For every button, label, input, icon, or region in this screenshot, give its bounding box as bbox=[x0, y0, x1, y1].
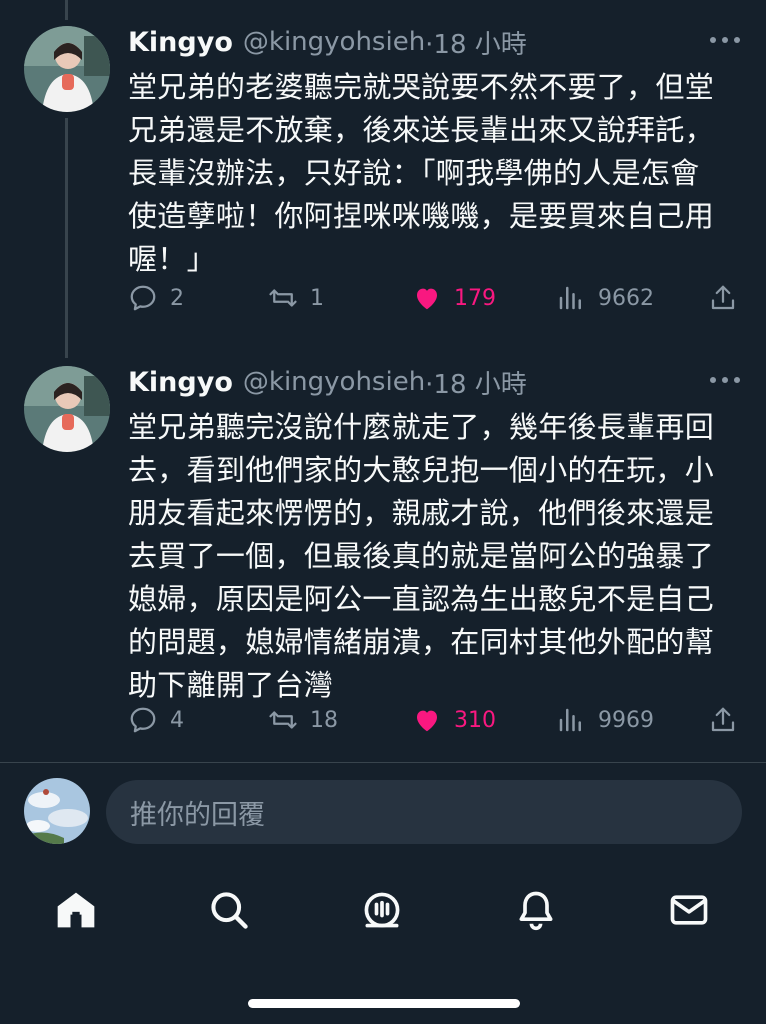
tweet-header: Kingyo @kingyohsieh ·18 小時 bbox=[128, 22, 527, 62]
like-count: 179 bbox=[454, 285, 496, 311]
views-button[interactable]: 9969 bbox=[556, 700, 654, 740]
tweet-text-line: 喔！」 bbox=[128, 242, 216, 276]
home-icon[interactable] bbox=[52, 886, 100, 934]
view-count: 9662 bbox=[598, 285, 654, 311]
tweet-text-line: 去買了一個，但最後真的就是當阿公的強暴了 bbox=[128, 539, 715, 573]
reply-input[interactable]: 推你的回覆 bbox=[106, 780, 742, 844]
views-icon bbox=[559, 708, 581, 732]
views-button[interactable]: 9662 bbox=[556, 278, 654, 318]
retweet-icon bbox=[269, 711, 297, 729]
avatar[interactable] bbox=[24, 26, 110, 112]
reply-button[interactable]: 2 bbox=[128, 278, 184, 318]
views-icon bbox=[559, 286, 581, 310]
handle[interactable]: @kingyohsieh bbox=[243, 27, 425, 57]
heart-icon bbox=[417, 710, 437, 732]
heart-icon bbox=[417, 288, 437, 310]
tweet-actions: 2 1 179 9662 bbox=[128, 278, 738, 318]
tweet-text: 堂兄弟的老婆聽完就哭說要不然不要了，但堂 兄弟還是不放棄，後來送長輩出來又說拜託… bbox=[128, 66, 728, 281]
reply-placeholder: 推你的回覆 bbox=[130, 799, 265, 831]
avatar[interactable] bbox=[24, 366, 110, 452]
reply-count: 4 bbox=[170, 707, 184, 733]
view-count: 9969 bbox=[598, 707, 654, 733]
reply-button[interactable]: 4 bbox=[128, 700, 184, 740]
handle[interactable]: @kingyohsieh bbox=[243, 367, 425, 397]
tweet-text: 堂兄弟聽完沒說什麼就走了，幾年後長輩再回 去，看到他們家的大憨兒抱一個小的在玩，… bbox=[128, 406, 728, 707]
tweet[interactable]: Kingyo @kingyohsieh ·18 小時 堂兄弟聽完沒說什麼就走了，… bbox=[0, 362, 766, 752]
tweet-text-line: 朋友看起來愣愣的，親戚才說，他們後來還是 bbox=[128, 496, 715, 530]
messages-icon[interactable] bbox=[665, 886, 713, 934]
reply-count: 2 bbox=[170, 285, 184, 311]
like-count: 310 bbox=[454, 707, 496, 733]
tweet-text-line: 長輩沒辦法，只好說：「啊我學佛的人是怎會 bbox=[128, 156, 700, 190]
reply-icon bbox=[130, 285, 156, 311]
share-button[interactable] bbox=[708, 278, 738, 318]
tweet-text-line: 兄弟還是不放棄，後來送長輩出來又說拜託， bbox=[128, 113, 715, 147]
tweet-text-line: 去，看到他們家的大憨兒抱一個小的在玩，小 bbox=[128, 453, 715, 487]
home-indicator[interactable] bbox=[248, 999, 520, 1008]
retweet-button[interactable]: 1 bbox=[268, 278, 324, 318]
retweet-count: 18 bbox=[310, 707, 338, 733]
bottom-nav bbox=[0, 878, 766, 942]
more-options-icon[interactable] bbox=[710, 374, 740, 386]
spaces-icon[interactable] bbox=[358, 886, 406, 934]
retweet-icon bbox=[269, 289, 297, 307]
share-icon bbox=[711, 285, 735, 310]
tweet-text-line: 使造孽啦！你阿捏咪咪嘰嘰，是要買來自己用 bbox=[128, 199, 715, 233]
like-button[interactable]: 310 bbox=[412, 700, 496, 740]
share-icon bbox=[711, 707, 735, 732]
timestamp[interactable]: ·18 小時 bbox=[425, 364, 527, 401]
search-icon[interactable] bbox=[205, 886, 253, 934]
more-options-icon[interactable] bbox=[710, 34, 740, 46]
reply-icon bbox=[130, 707, 156, 733]
share-button[interactable] bbox=[708, 700, 738, 740]
like-button[interactable]: 179 bbox=[412, 278, 496, 318]
tweet-text-line: 堂兄弟聽完沒說什麼就走了，幾年後長輩再回 bbox=[128, 410, 715, 444]
tweet-text-line: 的問題，媳婦情緒崩潰，在同村其他外配的幫 bbox=[128, 625, 715, 659]
user-avatar[interactable] bbox=[24, 778, 90, 844]
tweet-text-line: 媳婦，原因是阿公一直認為生出憨兒不是自己 bbox=[128, 582, 715, 616]
tweet[interactable]: Kingyo @kingyohsieh ·18 小時 堂兄弟的老婆聽完就哭說要不… bbox=[0, 22, 766, 332]
timestamp[interactable]: ·18 小時 bbox=[425, 24, 527, 61]
retweet-button[interactable]: 18 bbox=[268, 700, 338, 740]
tweet-text-line: 堂兄弟的老婆聽完就哭說要不然不要了，但堂 bbox=[128, 70, 715, 104]
tweet-actions: 4 18 310 9969 bbox=[128, 700, 738, 740]
tweet-header: Kingyo @kingyohsieh ·18 小時 bbox=[128, 362, 527, 402]
thread-line-top bbox=[65, 0, 68, 20]
display-name[interactable]: Kingyo bbox=[128, 367, 233, 398]
display-name[interactable]: Kingyo bbox=[128, 27, 233, 58]
notifications-icon[interactable] bbox=[512, 886, 560, 934]
divider bbox=[0, 762, 766, 763]
retweet-count: 1 bbox=[310, 285, 324, 311]
